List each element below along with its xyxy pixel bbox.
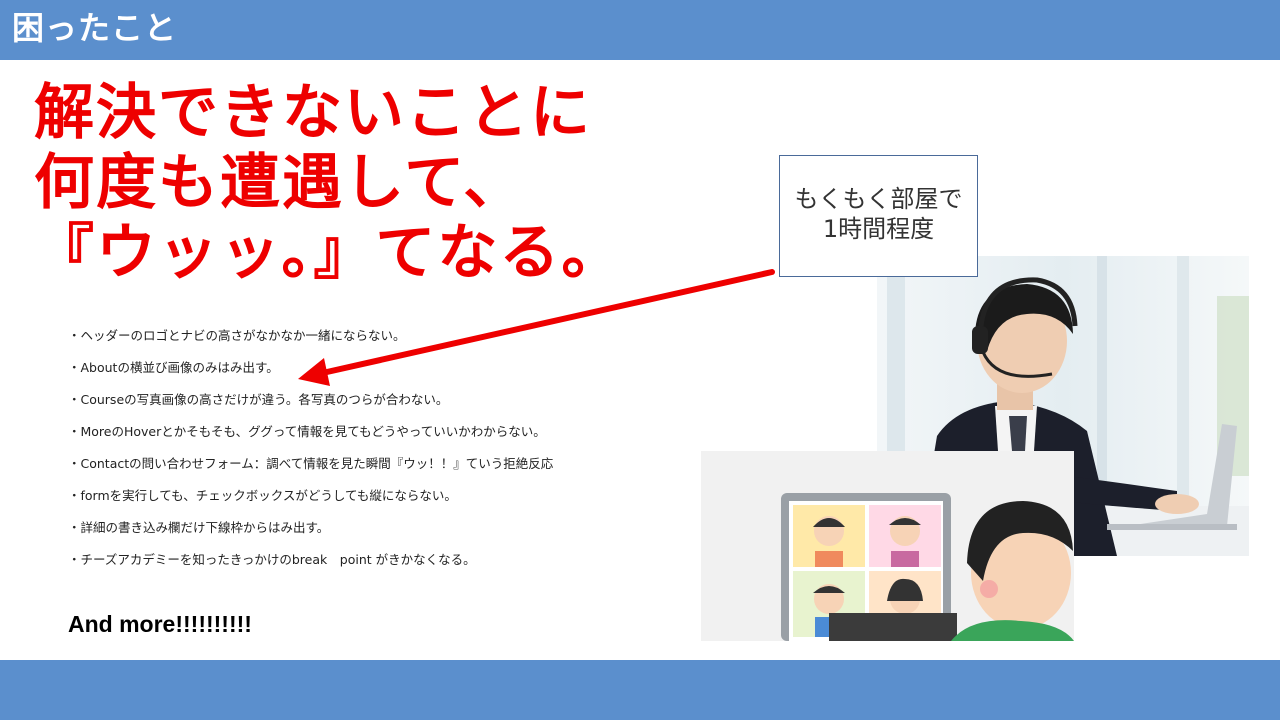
- callout-box: もくもく部屋で 1時間程度: [779, 155, 978, 277]
- callout-line: もくもく部屋で: [794, 185, 963, 213]
- pointer-arrow: [298, 269, 775, 386]
- callout-text: もくもく部屋で 1時間程度: [795, 184, 963, 244]
- callout-line: 1時間程度: [822, 215, 935, 243]
- footer-bar: [0, 660, 1280, 720]
